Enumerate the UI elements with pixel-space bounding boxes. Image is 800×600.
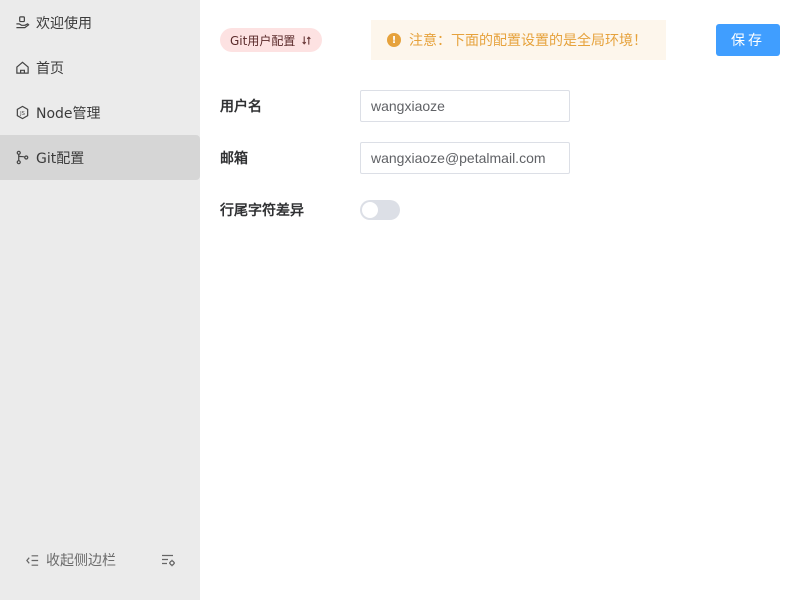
- git-user-config-tag[interactable]: Git用户配置: [220, 28, 323, 52]
- sidebar-nav: 欢迎使用 首页 JS Node管理 Git配置: [0, 0, 200, 180]
- collapse-icon: [24, 552, 40, 568]
- sidebar-item-label: 欢迎使用: [36, 15, 92, 32]
- sidebar: 欢迎使用 首页 JS Node管理 Git配置 收起侧边栏: [0, 0, 200, 600]
- save-button[interactable]: 保存: [716, 24, 780, 56]
- main-content: Git用户配置 ! 注意：下面的配置设置的是全局环境！ 保存 用户名 邮箱 行尾…: [200, 0, 800, 600]
- nodejs-icon: JS: [14, 105, 30, 121]
- sidebar-item-label: 首页: [36, 60, 64, 77]
- hand-icon: [14, 15, 30, 31]
- email-label: 邮箱: [220, 151, 248, 167]
- email-input[interactable]: [360, 142, 570, 174]
- svg-text:JS: JS: [19, 111, 25, 117]
- collapse-sidebar-label: 收起侧边栏: [46, 553, 116, 569]
- sidebar-item-label: Node管理: [36, 105, 101, 122]
- sidebar-item-node[interactable]: JS Node管理: [0, 90, 200, 135]
- username-input[interactable]: [360, 90, 570, 122]
- switch-knob: [362, 202, 378, 218]
- sidebar-item-home[interactable]: 首页: [0, 45, 200, 90]
- eol-toggle-switch[interactable]: [360, 200, 400, 220]
- eol-label: 行尾字符差异: [220, 203, 304, 219]
- app-window: 欢迎使用 首页 JS Node管理 Git配置 收起侧边栏 Git用户配置 ! …: [0, 0, 800, 600]
- home-icon: [14, 60, 30, 76]
- email-row: 邮箱: [220, 142, 780, 174]
- alert-text: 注意：下面的配置设置的是全局环境！: [409, 33, 647, 49]
- sidebar-footer: 收起侧边栏: [0, 540, 200, 580]
- git-branch-icon: [14, 150, 30, 166]
- global-config-alert: ! 注意：下面的配置设置的是全局环境！: [371, 20, 666, 60]
- sidebar-item-git[interactable]: Git配置: [0, 135, 200, 180]
- username-row: 用户名: [220, 90, 780, 122]
- sidebar-item-welcome[interactable]: 欢迎使用: [0, 0, 200, 45]
- settings-icon[interactable]: [160, 552, 176, 568]
- sidebar-item-label: Git配置: [36, 150, 85, 167]
- warning-icon: !: [387, 33, 401, 47]
- username-label: 用户名: [220, 99, 262, 115]
- collapse-sidebar-button[interactable]: 收起侧边栏: [24, 550, 116, 570]
- eol-row: 行尾字符差异: [220, 194, 780, 226]
- tag-label: Git用户配置: [230, 33, 296, 48]
- swap-icon: [301, 35, 312, 46]
